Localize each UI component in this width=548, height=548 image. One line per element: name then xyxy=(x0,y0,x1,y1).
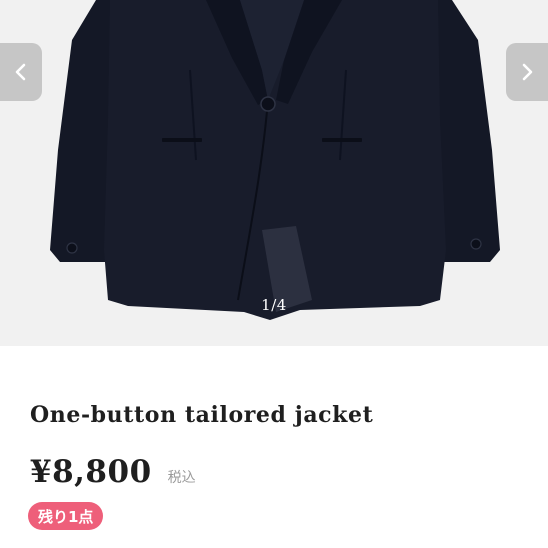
previous-image-button[interactable] xyxy=(0,43,42,101)
product-image-gallery[interactable]: 1/4 xyxy=(0,0,548,346)
tax-included-label: 税込 xyxy=(167,470,196,486)
next-image-button[interactable] xyxy=(506,43,548,101)
price-row: ¥8,800 税込 xyxy=(30,454,196,490)
product-title: One-button tailored jacket xyxy=(30,402,374,428)
product-price: ¥8,800 xyxy=(30,454,152,490)
product-info: One-button tailored jacket ¥8,800 税込 残り1… xyxy=(0,346,548,548)
chevron-right-icon xyxy=(522,63,533,81)
image-counter: 1/4 xyxy=(261,296,287,314)
stock-remaining-badge: 残り1点 xyxy=(28,502,104,530)
product-photo xyxy=(0,0,548,346)
chevron-left-icon xyxy=(15,63,26,81)
